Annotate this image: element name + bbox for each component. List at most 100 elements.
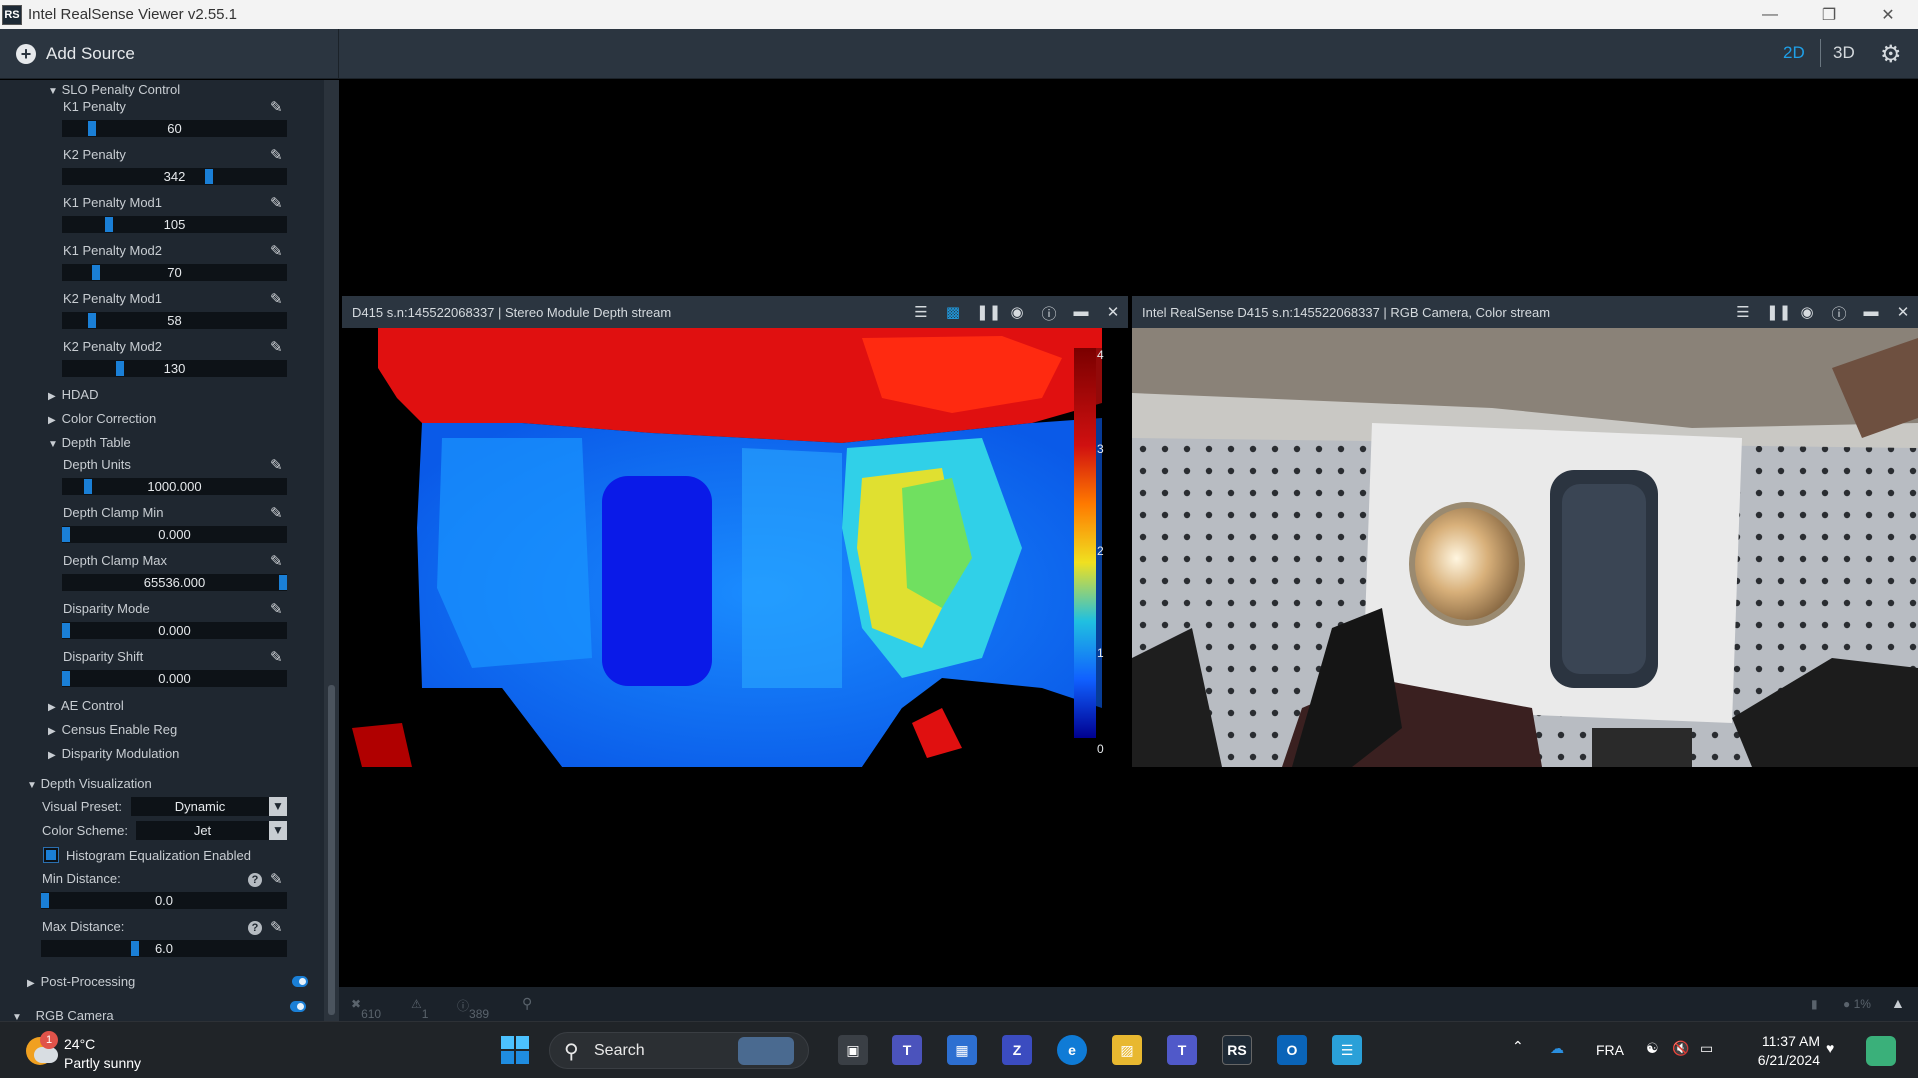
min-distance-slider[interactable]: 0.0 — [41, 892, 287, 909]
clock-date: 6/21/2024 — [1757, 1052, 1820, 1068]
teams-new-icon[interactable]: T — [1167, 1035, 1197, 1065]
edit-icon[interactable]: ✎ — [270, 148, 286, 164]
disparity-mode-slider[interactable]: 0.000 — [62, 622, 287, 639]
k2-penalty-mod2-slider[interactable]: 130 — [62, 360, 287, 377]
edit-icon[interactable]: ✎ — [270, 554, 286, 570]
edit-icon[interactable]: ✎ — [270, 920, 286, 936]
depth-scale-label: 4 — [1097, 348, 1104, 362]
edit-icon[interactable]: ✎ — [270, 244, 286, 260]
warnings-count[interactable]: ⚠ 1 — [411, 997, 428, 1021]
stream-options-icon[interactable]: ☰ — [1734, 303, 1752, 324]
start-button[interactable] — [500, 1035, 530, 1065]
snapshot-camera-icon[interactable]: ◉ — [1798, 303, 1816, 324]
log-file-icon[interactable]: ▮ — [1811, 997, 1818, 1011]
outlook-icon[interactable]: O — [1277, 1035, 1307, 1065]
store-icon[interactable]: ▦ — [947, 1035, 977, 1065]
depth-stream-panel[interactable]: D415 s.n:145522068337 | Stereo Module De… — [342, 296, 1128, 767]
snapshot-camera-icon[interactable]: ◉ — [1008, 303, 1026, 324]
settings-gear-icon[interactable]: ⚙ — [1880, 40, 1902, 69]
app-icon-z[interactable]: Z — [1002, 1035, 1032, 1065]
search-label: Search — [594, 1042, 645, 1059]
k2-penalty-mod1-slider[interactable]: 58 — [62, 312, 287, 329]
copilot-icon[interactable] — [1866, 1036, 1896, 1066]
info-icon[interactable]: ⓘ — [1040, 303, 1058, 324]
collapsed-triangle-icon: ▶ — [48, 726, 56, 737]
depth-units-slider[interactable]: 1000.000 — [62, 478, 287, 495]
edit-icon[interactable]: ✎ — [270, 506, 286, 522]
edge-browser-icon[interactable]: e — [1057, 1035, 1087, 1065]
pause-icon[interactable]: ❚❚ — [976, 303, 1001, 324]
taskbar-search[interactable]: ⚲ Search — [549, 1032, 809, 1069]
cpu-usage-icon: ● 1% — [1843, 997, 1871, 1011]
window-title: Intel RealSense Viewer v2.55.1 — [28, 6, 238, 23]
stream-options-icon[interactable]: ☰ — [912, 303, 930, 324]
k1-penalty-mod1-slider[interactable]: 105 — [62, 216, 287, 233]
add-source-button[interactable]: + Add Source — [0, 29, 339, 79]
info-count[interactable]: ⓘ 389 — [457, 997, 489, 1021]
color-stream-panel[interactable]: Intel RealSense D415 s.n:145522068337 | … — [1132, 296, 1918, 767]
file-explorer-icon[interactable]: ▨ — [1112, 1035, 1142, 1065]
device-controls-sidebar[interactable]: ▼ SLO Penalty Control K1 Penalty ✎ 60 K2… — [0, 80, 339, 1021]
onedrive-cloud-icon[interactable]: ☁ — [1550, 1040, 1564, 1057]
color-scheme-dropdown[interactable]: Jet ▼ — [136, 821, 287, 840]
ae-control-header[interactable]: ▶ AE Control — [48, 698, 124, 713]
k1-penalty-slider[interactable]: 60 — [62, 120, 287, 137]
notepad-icon[interactable]: ☰ — [1332, 1035, 1362, 1065]
help-icon[interactable]: ? — [248, 873, 262, 887]
battery-icon[interactable]: ▭ — [1700, 1040, 1713, 1057]
edit-icon[interactable]: ✎ — [270, 292, 286, 308]
view-2d-button[interactable]: 2D — [1783, 43, 1805, 63]
histogram-equalization-checkbox[interactable] — [43, 847, 59, 863]
info-icon[interactable]: ⓘ — [1830, 303, 1848, 324]
k2-penalty-slider[interactable]: 342 — [62, 168, 287, 185]
help-icon[interactable]: ? — [248, 921, 262, 935]
notification-bell-icon[interactable]: ♥ — [1826, 1040, 1834, 1056]
edit-icon[interactable]: ✎ — [270, 650, 286, 666]
wifi-icon[interactable]: ☯ — [1646, 1040, 1659, 1057]
restore-button[interactable]: ❐ — [1801, 0, 1857, 29]
show-hidden-icons-chevron-icon[interactable]: ⌃ — [1512, 1038, 1524, 1055]
search-log-icon[interactable]: ⚲ — [522, 995, 532, 1012]
edit-icon[interactable]: ✎ — [270, 872, 286, 888]
teams-icon[interactable]: T — [892, 1035, 922, 1065]
close-window-button[interactable]: ✕ — [1860, 0, 1916, 29]
depth-clamp-min-slider[interactable]: 0.000 — [62, 526, 287, 543]
edit-icon[interactable]: ✎ — [270, 340, 286, 356]
maximize-icon[interactable]: ▬ — [1862, 303, 1880, 324]
k1-penalty-mod2-slider[interactable]: 70 — [62, 264, 287, 281]
disparity-shift-slider[interactable]: 0.000 — [62, 670, 287, 687]
input-language[interactable]: FRA — [1596, 1042, 1624, 1058]
minimize-button[interactable]: — — [1742, 0, 1798, 29]
histogram-icon[interactable]: ▩ — [944, 303, 962, 324]
post-processing-header[interactable]: ▶ Post-Processing — [27, 974, 135, 989]
edit-icon[interactable]: ✎ — [270, 196, 286, 212]
rgb-camera-header[interactable]: ▼ RGB Camera — [12, 1008, 114, 1021]
hdad-header[interactable]: ▶ HDAD — [48, 387, 98, 402]
rgb-camera-toggle[interactable] — [290, 1001, 306, 1012]
errors-count[interactable]: ✖ 610 — [351, 997, 381, 1021]
max-distance-slider[interactable]: 6.0 — [41, 940, 287, 957]
task-view-icon[interactable]: ▣ — [838, 1035, 868, 1065]
close-stream-icon[interactable]: ✕ — [1894, 303, 1912, 324]
slo-penalty-control-header[interactable]: ▼ SLO Penalty Control — [48, 82, 180, 97]
post-processing-toggle[interactable] — [292, 976, 308, 987]
depth-visualization-header[interactable]: ▼ Depth Visualization — [27, 776, 152, 791]
disparity-modulation-header[interactable]: ▶ Disparity Modulation — [48, 746, 179, 761]
maximize-icon[interactable]: ▬ — [1072, 303, 1090, 324]
color-correction-header[interactable]: ▶ Color Correction — [48, 411, 156, 426]
visual-preset-dropdown[interactable]: Dynamic ▼ — [131, 797, 287, 816]
realsense-viewer-icon[interactable]: RS — [1222, 1035, 1252, 1065]
depth-clamp-max-slider[interactable]: 65536.000 — [62, 574, 287, 591]
edit-icon[interactable]: ✎ — [270, 602, 286, 618]
census-enable-reg-header[interactable]: ▶ Census Enable Reg — [48, 722, 177, 737]
view-3d-button[interactable]: 3D — [1833, 43, 1855, 63]
volume-muted-icon[interactable]: 🔇 — [1672, 1040, 1689, 1057]
pause-icon[interactable]: ❚❚ — [1766, 303, 1791, 324]
system-clock[interactable]: 11:37 AM 6/21/2024 — [1735, 1032, 1820, 1070]
sidebar-scrollbar-thumb[interactable] — [328, 685, 335, 1015]
close-stream-icon[interactable]: ✕ — [1104, 303, 1122, 324]
depth-table-header[interactable]: ▼ Depth Table — [48, 435, 131, 450]
collapse-log-icon[interactable]: ▲ — [1891, 995, 1905, 1011]
edit-icon[interactable]: ✎ — [270, 458, 286, 474]
edit-icon[interactable]: ✎ — [270, 100, 286, 116]
